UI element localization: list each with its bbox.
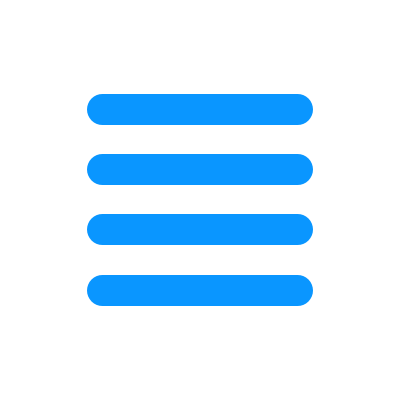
menu-bar-1	[87, 94, 313, 125]
icon-canvas	[0, 0, 400, 400]
menu-bar-4	[87, 275, 313, 306]
menu-bar-3	[87, 214, 313, 245]
hamburger-menu-icon[interactable]	[87, 94, 313, 306]
menu-bar-2	[87, 154, 313, 185]
